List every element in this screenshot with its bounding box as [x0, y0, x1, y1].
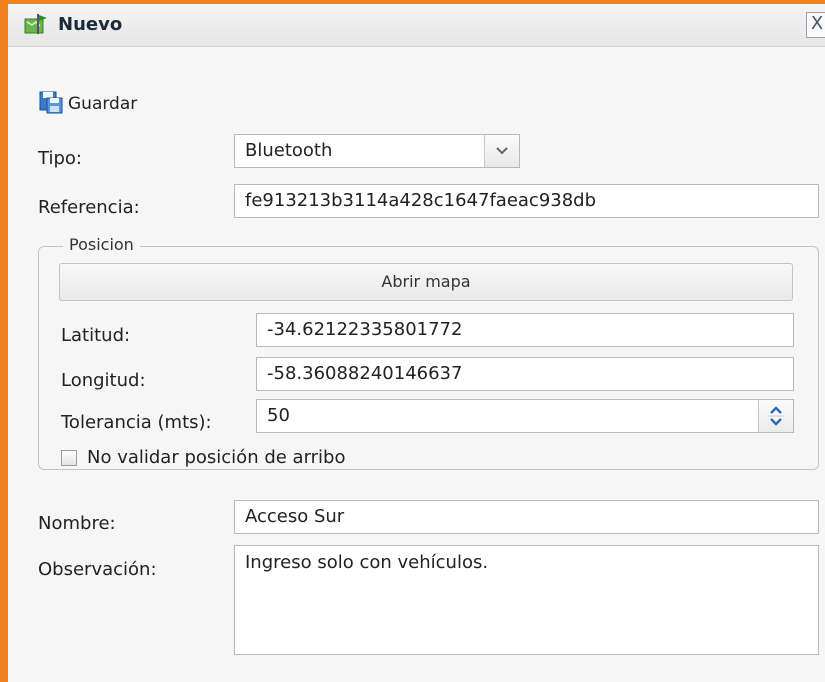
no-validar-checkbox[interactable] — [61, 449, 77, 466]
tipo-label: Tipo: — [38, 148, 82, 169]
longitud-label: Longitud: — [61, 370, 146, 391]
latitud-label: Latitud: — [61, 325, 131, 346]
tolerancia-label: Tolerancia (mts): — [61, 412, 212, 433]
save-button[interactable]: Guardar — [38, 90, 137, 118]
close-button[interactable]: X — [806, 12, 825, 38]
window-title: Nuevo — [58, 14, 123, 35]
nombre-label: Nombre: — [38, 513, 116, 534]
tipo-value: Bluetooth — [245, 140, 333, 161]
latitud-input[interactable]: -34.62122335801772 — [256, 313, 794, 347]
spinner-arrows-icon[interactable] — [758, 400, 793, 432]
tipo-select[interactable]: Bluetooth — [234, 134, 520, 168]
tolerancia-value: 50 — [267, 405, 290, 426]
referencia-label: Referencia: — [38, 197, 140, 218]
nombre-input[interactable]: Acceso Sur — [234, 500, 819, 534]
observacion-textarea[interactable]: Ingreso solo con vehículos. — [234, 545, 819, 655]
chevron-down-icon[interactable] — [484, 135, 519, 167]
flag-map-icon — [24, 14, 48, 36]
title-bar[interactable]: Nuevo X — [8, 4, 825, 47]
save-label: Guardar — [68, 94, 138, 114]
posicion-legend: Posicion — [63, 235, 140, 254]
no-validar-checkbox-row[interactable]: No validar posición de arribo — [61, 447, 346, 468]
open-map-button[interactable]: Abrir mapa — [59, 263, 793, 301]
posicion-fieldset: Posicion Abrir mapa Latitud: -34.6212233… — [38, 235, 819, 470]
observacion-label: Observación: — [38, 559, 157, 580]
tolerancia-input[interactable]: 50 — [256, 399, 794, 433]
no-validar-label: No validar posición de arribo — [87, 447, 346, 468]
save-icon — [38, 89, 68, 120]
dialog-window: Nuevo X Guardar Tipo: Bluetooth Referenc… — [0, 0, 825, 682]
referencia-input[interactable]: fe913213b3114a428c1647faeac938db — [234, 184, 819, 218]
longitud-input[interactable]: -58.36088240146637 — [256, 357, 794, 391]
